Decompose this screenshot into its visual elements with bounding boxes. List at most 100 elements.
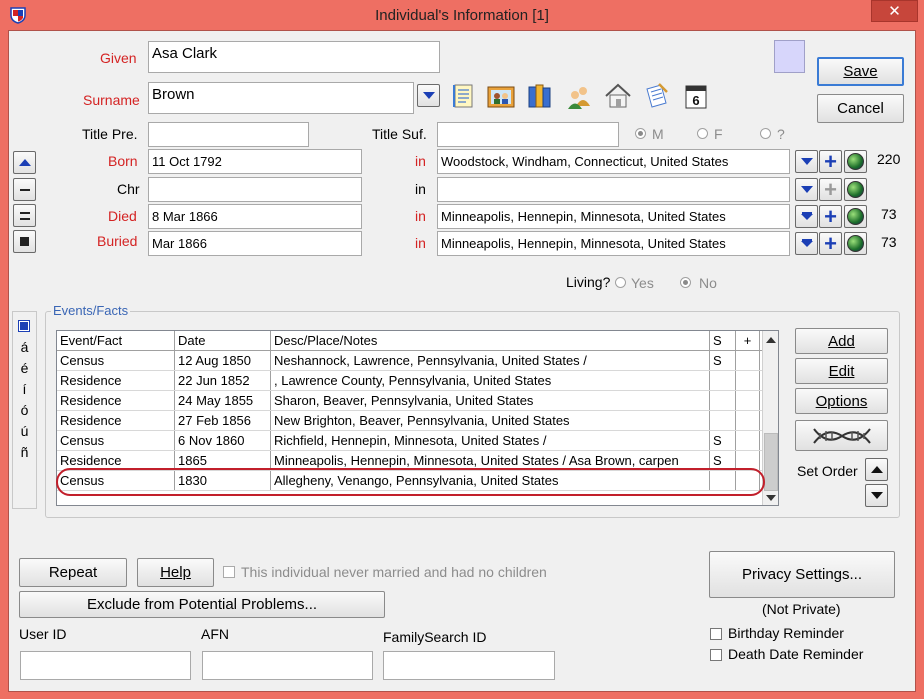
cancel-button[interactable]: Cancel bbox=[817, 94, 904, 123]
given-input[interactable]: Asa Clark bbox=[148, 41, 440, 73]
row-date: 24 May 1855 bbox=[175, 391, 271, 410]
col-desc-place-notes[interactable]: Desc/Place/Notes bbox=[271, 331, 710, 350]
buried-place-input[interactable]: Minneapolis, Hennepin, Minnesota, United… bbox=[437, 231, 790, 256]
color-tag-swatch[interactable] bbox=[774, 40, 805, 73]
born-add-button[interactable]: + bbox=[819, 150, 842, 173]
table-row[interactable]: Residence 27 Feb 1856 New Brighton, Beav… bbox=[57, 411, 762, 431]
dna-button[interactable] bbox=[795, 420, 888, 451]
edit-event-button[interactable]: Edit bbox=[795, 358, 888, 384]
nav-up-button[interactable] bbox=[13, 151, 36, 174]
row-date: 12 Aug 1850 bbox=[175, 351, 271, 370]
born-date-input[interactable]: 11 Oct 1792 bbox=[148, 149, 362, 174]
stop-square-icon bbox=[20, 237, 29, 246]
save-button-label: Save bbox=[843, 63, 878, 80]
house-icon[interactable] bbox=[603, 81, 633, 111]
birthday-reminder-checkbox[interactable] bbox=[710, 628, 722, 640]
living-yes-radio[interactable] bbox=[615, 277, 626, 288]
buried-map-button[interactable] bbox=[844, 232, 867, 255]
title-suf-input[interactable] bbox=[437, 122, 619, 147]
dna-icon bbox=[812, 427, 871, 444]
never-married-label: This individual never married and had no… bbox=[241, 564, 547, 580]
born-map-button[interactable] bbox=[844, 150, 867, 173]
surname-input[interactable]: Brown bbox=[148, 82, 414, 114]
char-e-acute[interactable]: é bbox=[13, 360, 36, 376]
sex-unknown-radio[interactable] bbox=[760, 128, 771, 139]
user-id-input[interactable] bbox=[20, 651, 191, 680]
table-row[interactable]: Census 6 Nov 1860 Richfield, Hennepin, M… bbox=[57, 431, 762, 451]
nav-minus-button[interactable] bbox=[13, 178, 36, 201]
save-button[interactable]: Save bbox=[817, 57, 904, 86]
familysearch-id-input[interactable] bbox=[383, 651, 555, 680]
chr-place-dropdown[interactable] bbox=[795, 178, 818, 201]
died-map-button[interactable] bbox=[844, 205, 867, 228]
scroll-down-icon[interactable] bbox=[766, 495, 776, 501]
surname-dropdown-button[interactable] bbox=[417, 84, 440, 107]
add-event-button[interactable]: Add bbox=[795, 328, 888, 354]
sex-female-radio[interactable] bbox=[697, 128, 708, 139]
died-date-input[interactable]: 8 Mar 1866 bbox=[148, 204, 362, 229]
move-up-button[interactable] bbox=[865, 458, 888, 481]
scroll-up-icon[interactable] bbox=[766, 337, 776, 343]
died-place-input[interactable]: Minneapolis, Hennepin, Minnesota, United… bbox=[437, 204, 790, 229]
death-date-reminder-checkbox[interactable] bbox=[710, 649, 722, 661]
buried-date-input[interactable]: Mar 1866 bbox=[148, 231, 362, 256]
living-no-radio[interactable] bbox=[680, 277, 691, 288]
chr-place-input[interactable] bbox=[437, 177, 790, 202]
repeat-button[interactable]: Repeat bbox=[19, 558, 127, 587]
title-pre-label: Title Pre. bbox=[82, 126, 138, 142]
buried-place-dropdown[interactable] bbox=[795, 232, 818, 255]
window-title: Individual's Information [1] bbox=[375, 7, 549, 24]
born-place-input[interactable]: Woodstock, Windham, Connecticut, United … bbox=[437, 149, 790, 174]
table-row[interactable]: Residence 24 May 1855 Sharon, Beaver, Pe… bbox=[57, 391, 762, 411]
row-place: Sharon, Beaver, Pennsylvania, United Sta… bbox=[271, 391, 710, 410]
died-label: Died bbox=[108, 208, 137, 224]
table-row[interactable]: Residence 22 Jun 1852 , Lawrence County,… bbox=[57, 371, 762, 391]
born-place-dropdown[interactable] bbox=[795, 150, 818, 173]
died-add-button[interactable]: + bbox=[819, 205, 842, 228]
task-list-icon[interactable] bbox=[641, 81, 671, 111]
title-pre-input[interactable] bbox=[148, 122, 309, 147]
col-date[interactable]: Date bbox=[175, 331, 271, 350]
sex-unknown-label: ? bbox=[777, 126, 785, 142]
chevron-down-bar-icon bbox=[800, 240, 813, 247]
died-place-dropdown[interactable] bbox=[795, 205, 818, 228]
chr-date-input[interactable] bbox=[148, 177, 362, 202]
help-button[interactable]: Help bbox=[137, 558, 214, 587]
chr-add-button[interactable]: + bbox=[819, 178, 842, 201]
color-select-icon[interactable] bbox=[18, 320, 30, 332]
books-icon[interactable] bbox=[525, 81, 555, 111]
nav-stop-button[interactable] bbox=[13, 230, 36, 253]
globe-icon bbox=[847, 208, 864, 225]
char-u-acute[interactable]: ú bbox=[13, 423, 36, 439]
afn-label: AFN bbox=[201, 626, 229, 642]
photos-icon[interactable] bbox=[486, 82, 516, 112]
sex-male-radio[interactable] bbox=[635, 128, 646, 139]
calendar-icon[interactable]: 6 bbox=[681, 81, 711, 111]
col-plus[interactable]: + bbox=[736, 331, 760, 350]
notes-icon[interactable] bbox=[448, 81, 478, 111]
plus-icon: + bbox=[824, 230, 837, 256]
col-event-fact[interactable]: Event/Fact bbox=[57, 331, 175, 350]
char-a-acute[interactable]: á bbox=[13, 339, 36, 355]
table-row[interactable]: Census 12 Aug 1850 Neshannock, Lawrence,… bbox=[57, 351, 762, 371]
char-o-acute[interactable]: ó bbox=[13, 402, 36, 418]
chevron-down-icon bbox=[800, 186, 813, 193]
close-button[interactable]: ✕ bbox=[871, 0, 918, 22]
privacy-settings-button[interactable]: Privacy Settings... bbox=[709, 551, 895, 598]
people-icon[interactable] bbox=[564, 82, 594, 112]
chr-map-button[interactable] bbox=[844, 178, 867, 201]
plus-icon: + bbox=[824, 148, 837, 174]
scrollbar-thumb[interactable] bbox=[764, 433, 778, 491]
exclude-problems-button[interactable]: Exclude from Potential Problems... bbox=[19, 591, 385, 618]
row-plus bbox=[736, 411, 760, 430]
never-married-checkbox[interactable] bbox=[223, 566, 235, 578]
privacy-status: (Not Private) bbox=[762, 601, 841, 617]
afn-input[interactable] bbox=[202, 651, 373, 680]
nav-list-button[interactable] bbox=[13, 204, 36, 227]
char-n-tilde[interactable]: ñ bbox=[13, 444, 36, 460]
char-i-acute[interactable]: í bbox=[13, 381, 36, 397]
options-button[interactable]: Options bbox=[795, 388, 888, 414]
col-s[interactable]: S bbox=[710, 331, 736, 350]
buried-add-button[interactable]: + bbox=[819, 232, 842, 255]
move-down-button[interactable] bbox=[865, 484, 888, 507]
